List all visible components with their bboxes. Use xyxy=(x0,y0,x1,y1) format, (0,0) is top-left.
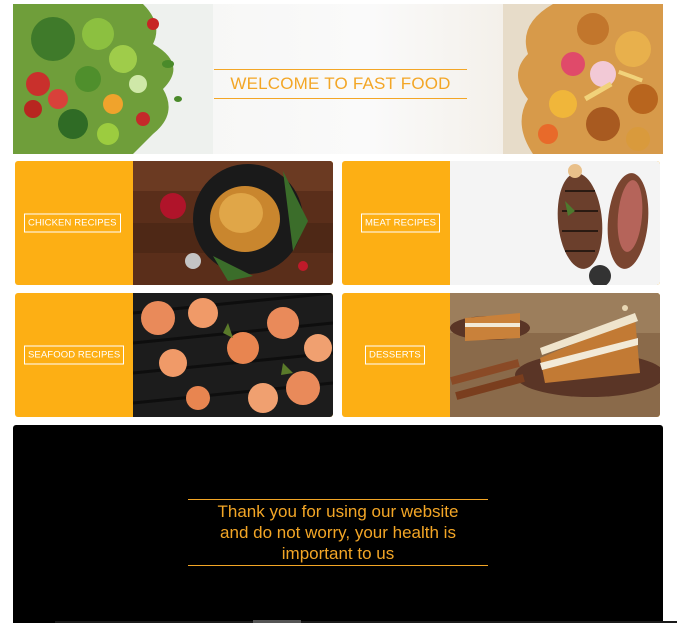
message-line: Thank you for using our website xyxy=(217,502,459,521)
category-label: SEAFOOD RECIPES xyxy=(24,345,125,365)
roast-chicken-photo xyxy=(133,161,333,285)
card-chicken-recipes[interactable]: CHICKEN RECIPES xyxy=(15,161,333,285)
welcome-title: WELCOME TO FAST FOOD xyxy=(214,69,467,99)
fastfood-photo xyxy=(503,4,663,154)
message-line: important to us xyxy=(281,544,395,563)
grilled-shrimp-photo xyxy=(133,293,333,417)
grilled-steak-photo xyxy=(450,161,660,285)
thank-you-message: Thank you for using our website and do n… xyxy=(188,499,488,566)
vegetables-photo xyxy=(13,4,213,154)
category-label: MEAT RECIPES xyxy=(361,213,441,233)
carrot-cake-photo xyxy=(450,293,660,417)
card-seafood-recipes[interactable]: SEAFOOD RECIPES xyxy=(15,293,333,417)
hero-banner: WELCOME TO FAST FOOD xyxy=(13,4,663,154)
category-label: CHICKEN RECIPES xyxy=(24,213,121,233)
message-line: and do not worry, your health is xyxy=(220,523,456,542)
card-desserts[interactable]: DESSERTS xyxy=(342,293,660,417)
footer: Thank you for using our website and do n… xyxy=(13,425,663,623)
card-meat-recipes[interactable]: MEAT RECIPES xyxy=(342,161,660,285)
category-label: DESSERTS xyxy=(365,345,425,365)
